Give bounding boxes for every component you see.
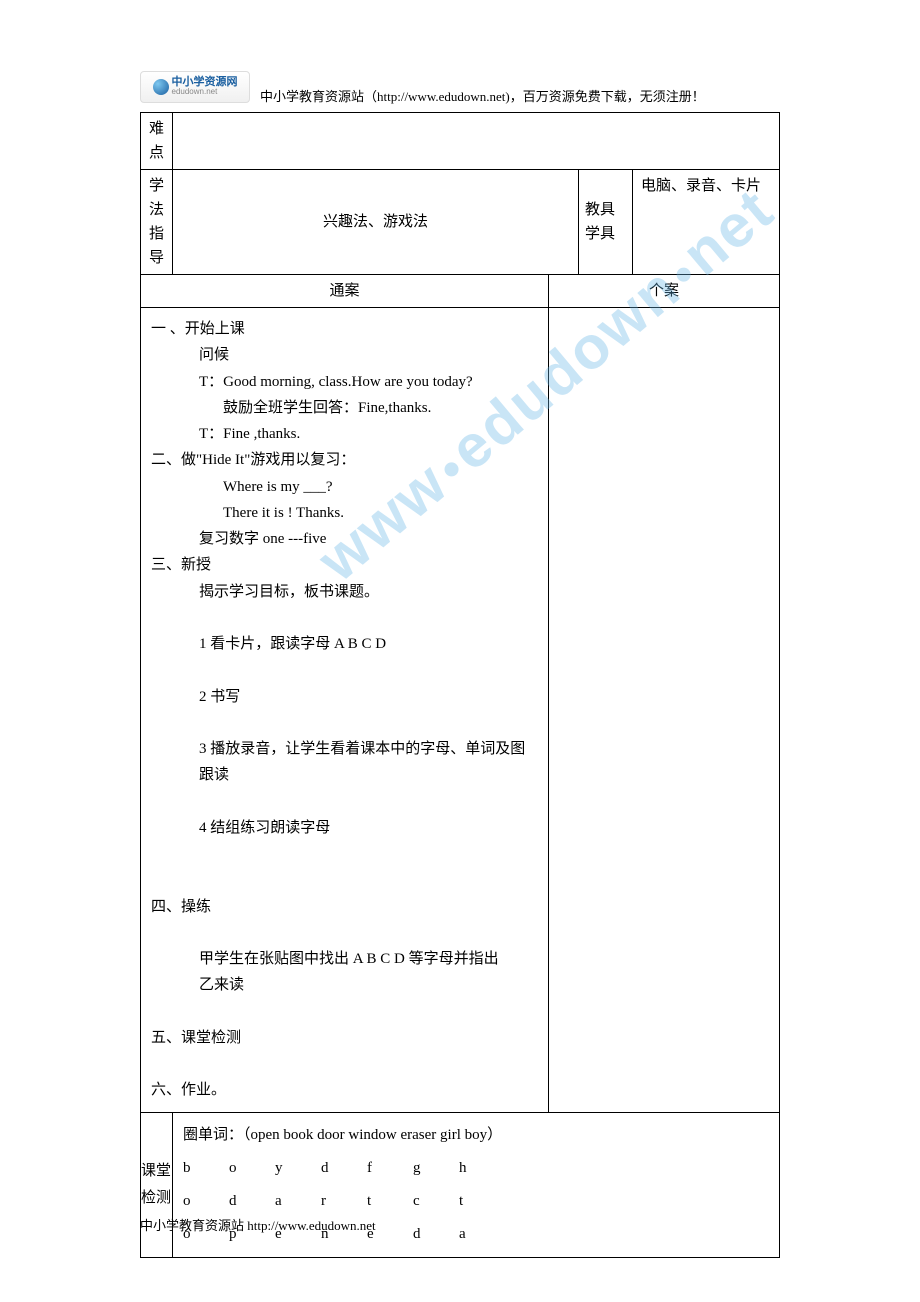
section-1-line: T：Fine ,thanks. [151,421,538,447]
test-content: 圈单词：（open book door window eraser girl b… [173,1113,779,1257]
section-2-line: 复习数字 one ---five [151,526,538,552]
section-3-line: 揭示学习目标，板书课题。 [151,579,538,605]
page-header: 中小学资源网 edudown.net 中小学教育资源站（http://www.e… [140,68,705,105]
section-1-line: T：Good morning, class.How are you today? [151,369,538,395]
tools-content: 电脑、录音、卡片 [633,170,779,274]
plan-left-header: 通案 [141,275,549,307]
globe-icon [153,79,169,95]
lesson-content: 一 、开始上课 问候 T：Good morning, class.How are… [141,308,549,1112]
tools-label: 教具学具 [579,170,633,274]
difficulty-row: 难点 [141,113,779,170]
section-3-title: 三、新授 [151,552,538,578]
section-2-line: There it is ! Thanks. [151,500,538,526]
section-4-line: 乙来读 [151,972,538,998]
header-caption: 中小学教育资源站（http://www.edudown.net)，百万资源免费下… [260,68,705,105]
section-4-line: 甲学生在张贴图中找出 A B C D 等字母并指出 [151,946,538,972]
site-logo: 中小学资源网 edudown.net [140,71,250,103]
test-prompt: 圈单词：（open book door window eraser girl b… [183,1119,769,1152]
lesson-body-row: 一 、开始上课 问候 T：Good morning, class.How are… [141,308,779,1113]
section-2-title: 二、做"Hide It"游戏用以复习： [151,447,538,473]
section-3-line: 4 结组练习朗读字母 [151,815,538,841]
section-3-line: 1 看卡片，跟读字母 A B C D [151,631,538,657]
page-footer: 中小学教育资源站 http://www.edudown.net [140,1215,376,1234]
section-5-title: 五、课堂检测 [151,1025,538,1051]
section-1-title: 一 、开始上课 [151,316,538,342]
section-6-title: 六、作业。 [151,1077,538,1103]
section-1-line: 鼓励全班学生回答：Fine,thanks. [151,395,538,421]
section-3-line: 3 播放录音，让学生看着课本中的字母、单词及图跟读 [151,736,538,789]
method-label: 学法指导 [141,170,173,274]
plan-right-header: 个案 [549,275,779,307]
method-content: 兴趣法、游戏法 [173,170,579,274]
difficulty-label: 难点 [141,113,173,169]
method-row: 学法指导 兴趣法、游戏法 教具学具 电脑、录音、卡片 [141,170,779,275]
test-label: 课堂检测 [141,1113,173,1257]
lesson-side-column [549,308,779,1112]
logo-subtitle: edudown.net [172,88,238,96]
plan-header-row: 通案 个案 [141,275,779,308]
section-4-title: 四、操练 [151,894,538,920]
section-3-line: 2 书写 [151,684,538,710]
section-1-line: 问候 [151,342,538,368]
classroom-test-row: 课堂检测 圈单词：（open book door window eraser g… [141,1113,779,1258]
difficulty-content [173,113,779,169]
lesson-plan-table: 难点 学法指导 兴趣法、游戏法 教具学具 电脑、录音、卡片 通案 个案 一 、开… [140,112,780,1258]
letter-grid-row-0: boydfgh [183,1152,769,1185]
letter-grid-row-1: odartct [183,1185,769,1218]
section-2-line: Where is my ___? [151,474,538,500]
